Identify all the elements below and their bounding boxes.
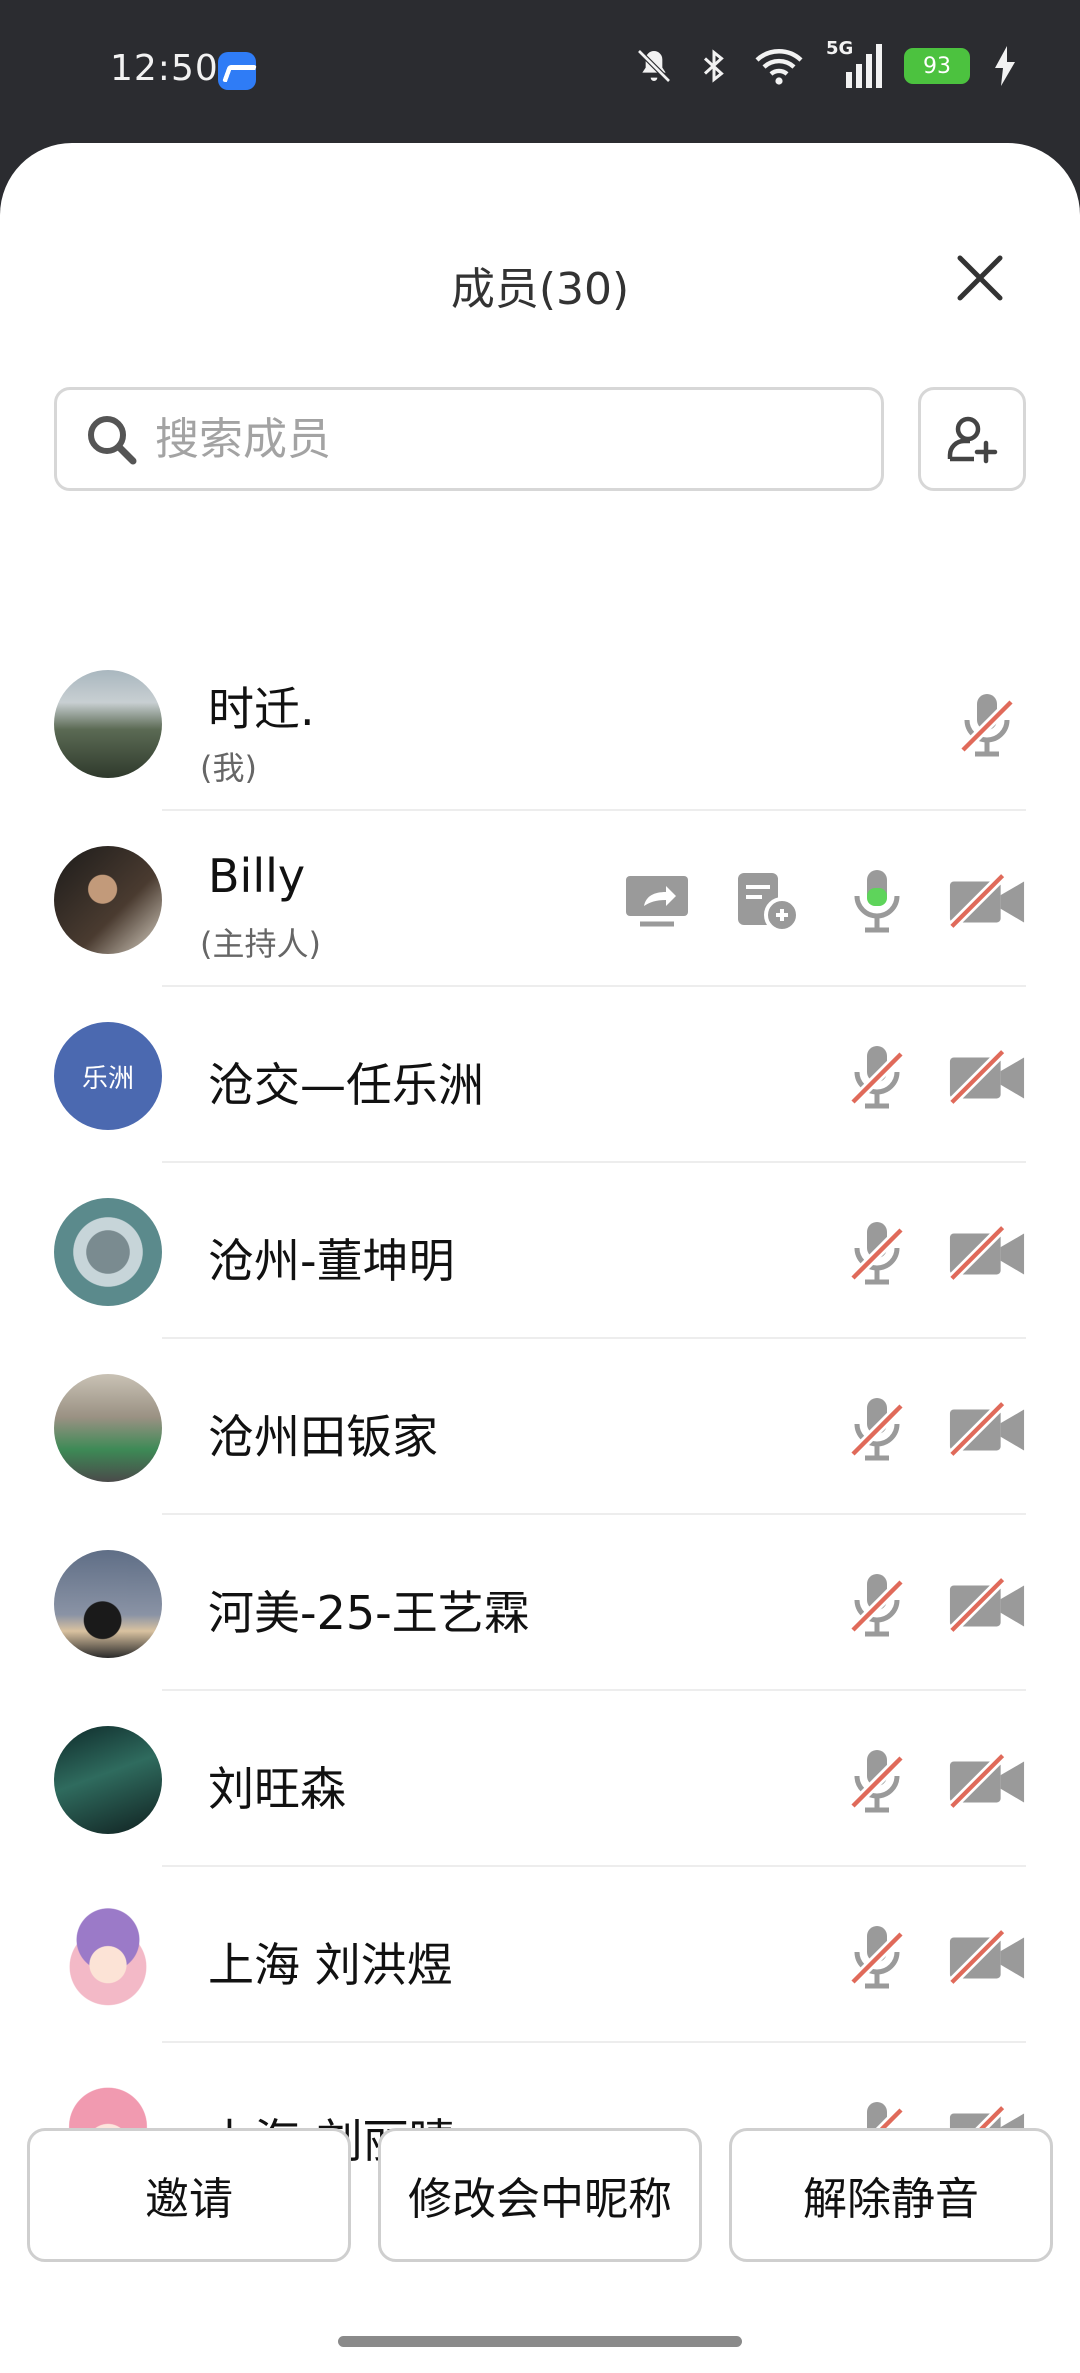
bottom-actions: 邀请 修改会中昵称 解除静音 — [0, 2128, 1080, 2264]
member-status-icons — [838, 1215, 1026, 1291]
unmute-button[interactable]: 解除静音 — [729, 2128, 1053, 2262]
status-icons: 5G 93 — [634, 38, 1018, 88]
mute-icon — [637, 49, 671, 83]
avatar-text: 乐洲 — [81, 1063, 134, 1094]
close-button[interactable] — [950, 248, 1010, 308]
mic-muted-icon[interactable] — [838, 1394, 916, 1464]
member-status-icons — [948, 687, 1026, 763]
member-role: (主持人) — [200, 925, 321, 963]
screen-share-icon[interactable] — [618, 866, 696, 936]
charging-icon — [995, 46, 1015, 86]
rename-button[interactable]: 修改会中昵称 — [378, 2128, 702, 2262]
whiteboard-icon[interactable] — [728, 866, 806, 936]
member-row[interactable]: 沧州-董坤明 — [0, 1163, 1080, 1339]
camera-off-icon[interactable] — [948, 1746, 1026, 1816]
member-row[interactable]: 时迁. (我) — [0, 635, 1080, 811]
invite-button[interactable]: 邀请 — [27, 2128, 351, 2262]
member-status-icons — [838, 1039, 1026, 1115]
camera-off-icon[interactable] — [948, 1042, 1026, 1112]
camera-off-icon[interactable] — [948, 1570, 1026, 1640]
member-avatar — [54, 1550, 162, 1658]
status-time: 12:50 — [110, 48, 219, 89]
search-icon — [88, 416, 137, 465]
bluetooth-icon — [703, 49, 724, 83]
member-row[interactable]: 上海 刘洪煜 — [0, 1867, 1080, 2043]
member-status-icons — [618, 863, 1026, 939]
mic-muted-icon[interactable] — [948, 690, 1026, 760]
member-avatar: 乐洲 — [54, 1022, 162, 1130]
wifi-icon — [755, 49, 803, 85]
member-name: 沧州田钣家 — [208, 1410, 438, 1464]
mic-muted-icon[interactable] — [838, 1218, 916, 1288]
member-name: 时迁. — [208, 682, 315, 736]
signal-icon: 5G — [826, 38, 882, 88]
member-status-icons — [838, 1743, 1026, 1819]
mic-muted-icon[interactable] — [838, 1922, 916, 1992]
members-sheet: 成员(30) 时迁. (我) Billy (主持人) 乐洲 沧交—任乐洲沧州-董坤明沧州田… — [0, 143, 1080, 2373]
member-role: (我) — [200, 749, 257, 787]
camera-off-icon[interactable] — [948, 866, 1026, 936]
sheet-title: 成员(30) — [450, 264, 630, 315]
member-status-icons — [838, 1919, 1026, 1995]
member-row[interactable]: 刘旺森 — [0, 1691, 1080, 1867]
add-user-icon — [947, 416, 998, 464]
add-member-button[interactable] — [918, 387, 1026, 491]
member-avatar — [54, 1198, 162, 1306]
search-input[interactable] — [153, 412, 797, 466]
camera-off-icon[interactable] — [948, 1922, 1026, 1992]
member-avatar — [54, 1374, 162, 1482]
member-avatar — [54, 846, 162, 954]
member-avatar — [54, 1726, 162, 1834]
camera-off-icon[interactable] — [948, 1394, 1026, 1464]
battery-icon: 93 — [904, 48, 970, 84]
member-row[interactable]: 乐洲 沧交—任乐洲 — [0, 987, 1080, 1163]
member-status-icons — [838, 1567, 1026, 1643]
status-bar: 12:50 5G 93 — [0, 0, 1080, 145]
home-indicator — [338, 2336, 742, 2347]
mic-active-icon[interactable] — [838, 866, 916, 936]
member-row[interactable]: 河美-25-王艺霖 — [0, 1515, 1080, 1691]
member-name: 刘旺森 — [208, 1762, 346, 1816]
member-avatar — [54, 1902, 162, 2010]
search-box[interactable] — [54, 387, 884, 491]
mic-muted-icon[interactable] — [838, 1570, 916, 1640]
mic-muted-icon[interactable] — [838, 1042, 916, 1112]
member-row[interactable]: 沧州田钣家 — [0, 1339, 1080, 1515]
member-name: 沧交—任乐洲 — [208, 1058, 484, 1112]
app-icon — [218, 52, 256, 90]
member-name: Billy — [208, 849, 306, 903]
member-name: 沧州-董坤明 — [208, 1234, 455, 1288]
member-name: 上海 刘洪煜 — [208, 1938, 453, 1992]
close-icon — [957, 255, 1003, 301]
camera-off-icon[interactable] — [948, 1218, 1026, 1288]
mic-muted-icon[interactable] — [838, 1746, 916, 1816]
member-row[interactable]: Billy (主持人) — [0, 811, 1080, 987]
member-name: 河美-25-王艺霖 — [208, 1586, 530, 1640]
member-status-icons — [838, 1391, 1026, 1467]
member-avatar — [54, 670, 162, 778]
member-list: 时迁. (我) Billy (主持人) 乐洲 沧交—任乐洲 沧州-董坤明 沧州田钣家河美-25… — [0, 635, 1080, 2217]
